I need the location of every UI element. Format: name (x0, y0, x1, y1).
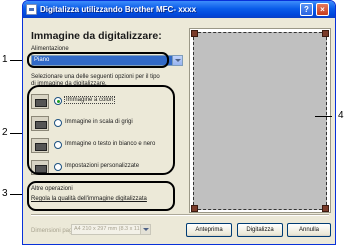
crop-handle-top-left[interactable] (191, 30, 198, 37)
chevron-down-icon (140, 225, 150, 234)
scanner-app-icon (26, 4, 37, 15)
crop-handle-top-right[interactable] (322, 30, 329, 37)
help-button[interactable]: ? (300, 3, 313, 16)
options-intro-line1: Selezionare una delle seguenti opzioni p… (31, 74, 160, 80)
callout-ring-2 (27, 85, 175, 175)
separator (31, 214, 329, 216)
callout-2: 2 (2, 127, 8, 138)
chevron-down-icon[interactable] (172, 56, 182, 65)
cancel-button[interactable]: Annulla (287, 223, 331, 237)
dialog-heading: Immagine da digitalizzare: (31, 30, 162, 42)
callout-ring-1 (27, 52, 169, 68)
callout-1: 1 (2, 54, 8, 65)
close-button[interactable]: × (316, 3, 329, 16)
callout-3: 3 (2, 188, 8, 199)
scan-button[interactable]: Digitalizza (237, 223, 283, 237)
title-bar[interactable]: Digitalizza utilizzando Brother MFC- xxx… (23, 1, 335, 18)
callout-ring-3 (27, 181, 175, 211)
preview-button[interactable]: Anteprima (186, 223, 232, 237)
window-title: Digitalizza utilizzando Brother MFC- xxx… (40, 5, 197, 14)
callout-line-4 (315, 116, 332, 117)
preview-area[interactable] (189, 28, 331, 213)
crop-handle-bottom-right[interactable] (322, 205, 329, 212)
scan-region[interactable] (191, 30, 329, 212)
callout-4: 4 (338, 110, 344, 121)
page-size-select: A4 210 x 297 mm (8.3 x 11.7 ... (71, 224, 151, 235)
crop-handle-bottom-left[interactable] (191, 205, 198, 212)
page-size-value: A4 210 x 297 mm (8.3 x 11.7 ... (74, 226, 151, 232)
